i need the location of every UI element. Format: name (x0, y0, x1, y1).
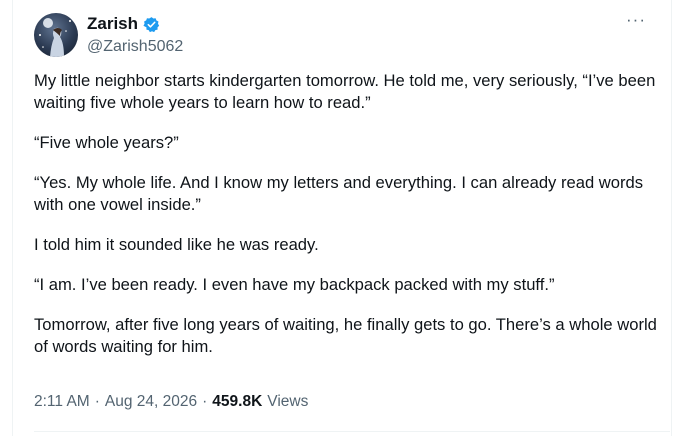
avatar-image (39, 18, 71, 57)
tweet-paragraph: My little neighbor starts kindergarten t… (34, 71, 656, 112)
tweet-paragraph: I told him it sounded like he was ready. (34, 235, 319, 254)
tweet-time[interactable]: 2:11 AM (34, 393, 90, 411)
tweet-paragraph: “Five whole years?” (34, 133, 179, 152)
author-name[interactable]: Zarish (87, 14, 138, 34)
tweet-paragraph: Tomorrow, after five long years of waiti… (34, 315, 657, 356)
tweet-meta: 2:11 AM · Aug 24, 2026 · 459.8K Views (34, 393, 308, 411)
meta-separator: · (202, 393, 208, 410)
divider (34, 431, 670, 432)
tweet-text: My little neighbor starts kindergarten t… (34, 70, 664, 376)
tweet-date[interactable]: Aug 24, 2026 (105, 393, 197, 411)
views-count[interactable]: 459.8K (212, 393, 262, 411)
tweet-paragraph: “I am. I’ve been ready. I even have my b… (34, 275, 555, 294)
verified-badge-icon (143, 16, 160, 32)
meta-separator: · (94, 393, 100, 410)
more-options-icon[interactable]: ··· (626, 10, 646, 30)
author-name-row: Zarish (87, 14, 160, 34)
author-handle[interactable]: @Zarish5062 (87, 38, 183, 56)
avatar[interactable] (34, 13, 78, 57)
views-label[interactable]: Views (267, 393, 308, 411)
tweet-paragraph: “Yes. My whole life. And I know my lette… (34, 173, 644, 214)
